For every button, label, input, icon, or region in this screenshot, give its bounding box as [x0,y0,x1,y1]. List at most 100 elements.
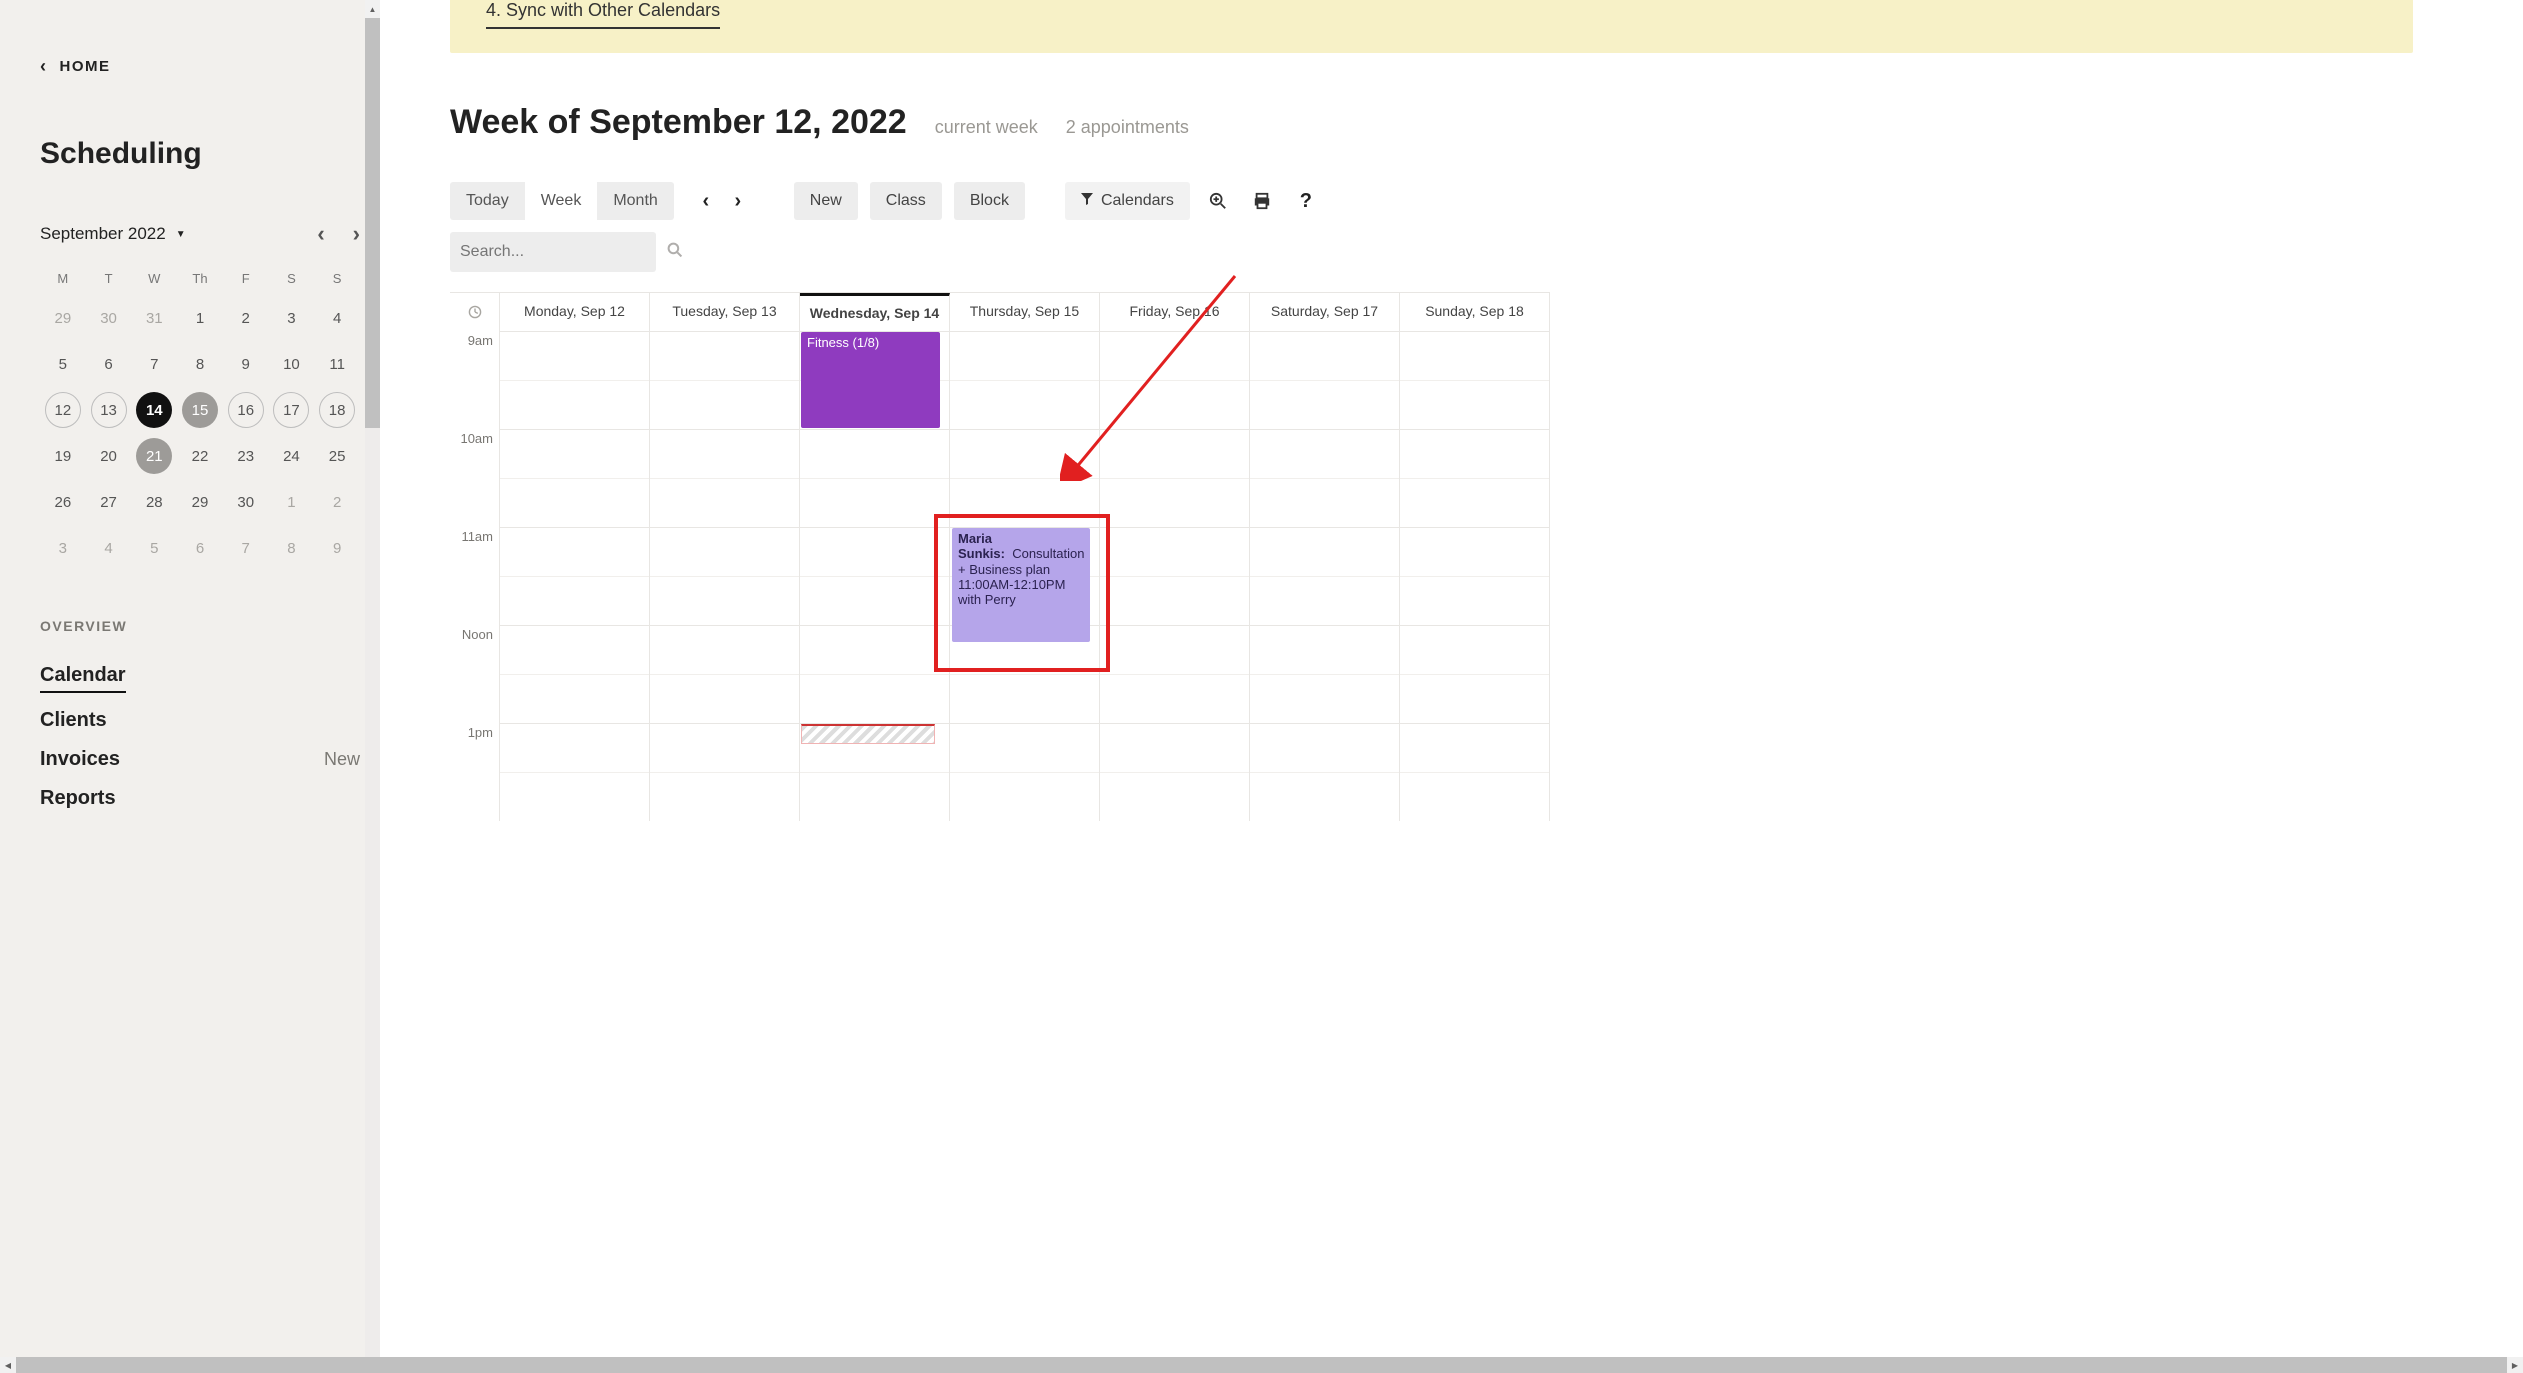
print-button[interactable] [1246,185,1278,217]
calendar-cell[interactable] [1250,527,1400,625]
mini-cal-day[interactable]: 13 [86,390,132,430]
scrollbar-thumb[interactable] [365,18,380,428]
search-box[interactable] [450,232,656,272]
calendar-cell[interactable] [1100,527,1250,625]
calendar-cell[interactable] [800,625,950,723]
home-link[interactable]: ‹ HOME [40,56,360,77]
calendar-cell[interactable] [500,527,650,625]
horizontal-scrollbar[interactable]: ◀ ▶ [0,1357,2523,1373]
calendar-cell[interactable] [500,625,650,723]
mini-cal-day[interactable]: 10 [269,344,315,384]
calendar-cell[interactable] [950,429,1100,527]
mini-cal-day[interactable]: 26 [40,482,86,522]
mini-cal-day[interactable]: 16 [223,390,269,430]
mini-cal-day[interactable]: 9 [223,344,269,384]
mini-cal-day[interactable]: 3 [40,528,86,568]
mini-cal-day[interactable]: 9 [314,528,360,568]
mini-cal-day[interactable]: 12 [40,390,86,430]
mini-cal-day[interactable]: 1 [177,298,223,338]
mini-cal-day[interactable]: 3 [269,298,315,338]
mini-cal-day[interactable]: 17 [269,390,315,430]
calendar-cell[interactable] [1400,527,1550,625]
next-week-button[interactable]: › [724,183,752,219]
mini-cal-day[interactable]: 7 [223,528,269,568]
month-selector[interactable]: September 2022 ▼ [40,224,186,244]
mini-cal-day[interactable]: 29 [40,298,86,338]
sidebar-item-calendar[interactable]: Calendar [40,656,360,701]
prev-week-button[interactable]: ‹ [692,183,720,219]
mini-cal-day[interactable]: 15 [177,390,223,430]
view-month[interactable]: Month [597,182,673,220]
mini-cal-day[interactable]: 22 [177,436,223,476]
mini-cal-day[interactable]: 25 [314,436,360,476]
mini-cal-day[interactable]: 24 [269,436,315,476]
calendar-cell[interactable] [1100,625,1250,723]
mini-cal-day[interactable]: 20 [86,436,132,476]
calendar-cell[interactable] [1100,331,1250,429]
calendar-cell[interactable] [650,429,800,527]
mini-cal-day[interactable]: 5 [131,528,177,568]
sidebar-item-clients[interactable]: Clients [40,701,360,740]
calendar-cell[interactable] [650,723,800,821]
mini-cal-day[interactable]: 31 [131,298,177,338]
mini-cal-day[interactable]: 1 [269,482,315,522]
scrollbar-up-arrow-icon[interactable]: ▲ [365,0,380,18]
calendar-cell[interactable] [1400,625,1550,723]
mini-cal-day[interactable]: 28 [131,482,177,522]
banner-item[interactable]: 4. Sync with Other Calendars [486,0,2377,29]
event-fitness[interactable]: Fitness (1/8) [801,332,940,428]
new-button[interactable]: New [794,182,858,220]
mini-cal-day[interactable]: 30 [223,482,269,522]
sidebar-item-invoices[interactable]: InvoicesNew [40,740,360,779]
calendar-cell[interactable] [1100,723,1250,821]
calendar-cell[interactable] [1250,723,1400,821]
scroll-left-arrow-icon[interactable]: ◀ [0,1357,16,1373]
mini-cal-day[interactable]: 2 [223,298,269,338]
mini-cal-day[interactable]: 8 [269,528,315,568]
calendar-cell[interactable] [1100,429,1250,527]
scroll-right-arrow-icon[interactable]: ▶ [2507,1357,2523,1373]
calendar-cell[interactable] [650,527,800,625]
mini-cal-day[interactable]: 29 [177,482,223,522]
mini-cal-day[interactable]: 18 [314,390,360,430]
class-button[interactable]: Class [870,182,942,220]
calendar-cell[interactable] [1400,331,1550,429]
mini-cal-day[interactable]: 11 [314,344,360,384]
calendar-cell[interactable] [1250,625,1400,723]
calendar-cell[interactable] [500,429,650,527]
help-button[interactable]: ? [1290,185,1322,217]
block-button[interactable]: Block [954,182,1025,220]
calendar-cell[interactable] [800,429,950,527]
calendar-cell[interactable] [650,625,800,723]
mini-cal-day[interactable]: 8 [177,344,223,384]
calendar-cell[interactable] [950,723,1100,821]
mini-cal-day[interactable]: 4 [86,528,132,568]
search-input[interactable] [460,243,667,261]
calendar-cell[interactable] [500,331,650,429]
h-scrollbar-thumb[interactable] [16,1357,2507,1373]
view-week[interactable]: Week [525,182,598,220]
calendar-cell[interactable] [1250,429,1400,527]
mini-cal-day[interactable]: 21 [131,436,177,476]
mini-cal-day[interactable]: 4 [314,298,360,338]
calendar-cell[interactable] [950,331,1100,429]
mini-cal-day[interactable]: 27 [86,482,132,522]
mini-cal-day[interactable]: 14 [131,390,177,430]
calendar-cell[interactable] [800,527,950,625]
mini-cal-day[interactable]: 6 [86,344,132,384]
next-month-button[interactable]: › [353,221,360,247]
mini-cal-day[interactable]: 19 [40,436,86,476]
calendar-cell[interactable] [1250,331,1400,429]
zoom-button[interactable] [1202,185,1234,217]
sidebar-scrollbar[interactable]: ▲ [365,0,380,1373]
calendar-cell[interactable] [1400,429,1550,527]
view-today[interactable]: Today [450,182,525,220]
mini-cal-day[interactable]: 23 [223,436,269,476]
calendar-cell[interactable] [1400,723,1550,821]
mini-cal-day[interactable]: 6 [177,528,223,568]
mini-cal-day[interactable]: 2 [314,482,360,522]
calendar-cell[interactable] [500,723,650,821]
mini-cal-day[interactable]: 5 [40,344,86,384]
prev-month-button[interactable]: ‹ [317,221,324,247]
calendar-cell[interactable] [650,331,800,429]
